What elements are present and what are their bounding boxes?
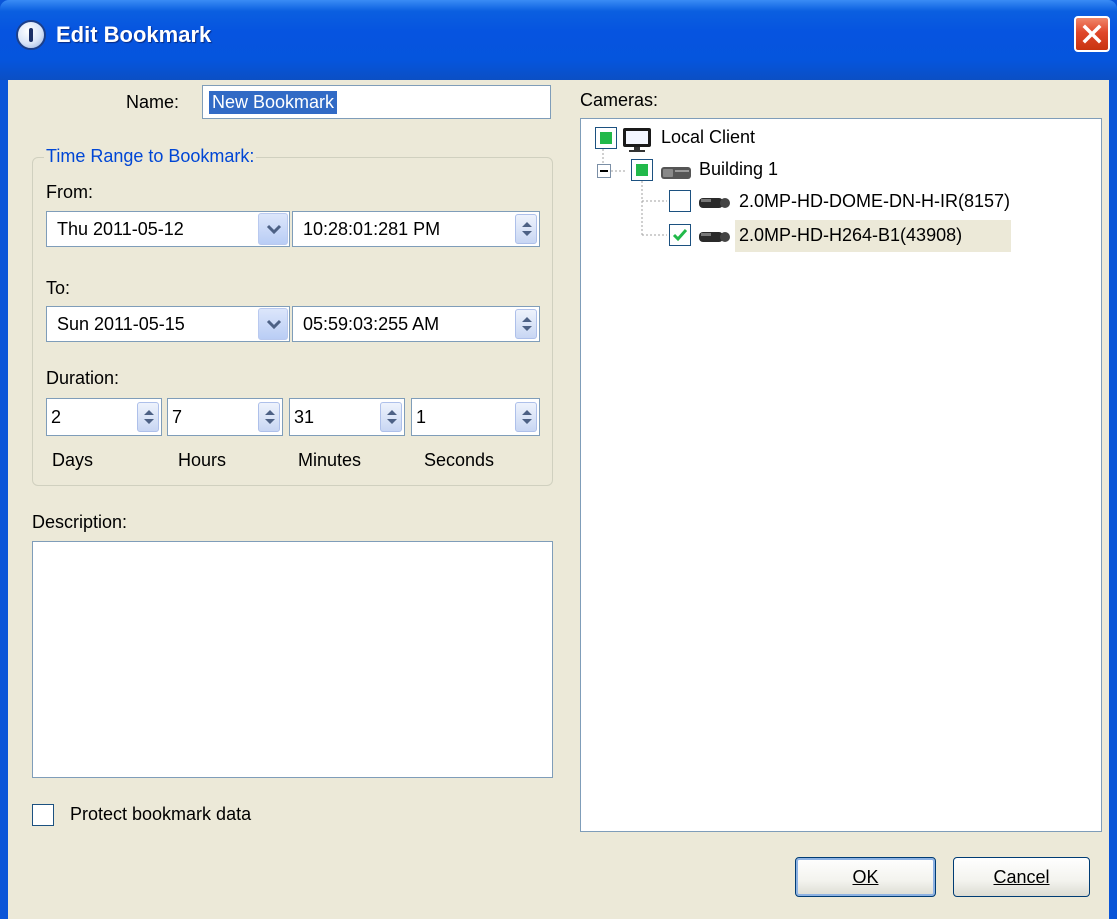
cancel-button-label: Cancel [993, 866, 1050, 887]
camera1-checkbox[interactable] [669, 190, 691, 212]
seconds-label: Seconds [424, 450, 495, 470]
days-spinner[interactable]: 2 [46, 398, 162, 436]
days-spin-buttons[interactable] [137, 402, 159, 432]
spin-arrows-icon [265, 410, 275, 424]
local-client-checkbox[interactable] [595, 127, 617, 149]
camera-icon [699, 198, 730, 208]
description-label: Description: [32, 512, 128, 532]
from-label: From: [46, 182, 93, 202]
hours-value: 7 [172, 406, 183, 427]
from-date-value: Thu 2011-05-12 [57, 218, 184, 239]
to-time-spin-buttons[interactable] [515, 309, 537, 339]
minutes-spinner[interactable]: 31 [289, 398, 405, 436]
to-date-value: Sun 2011-05-15 [57, 313, 185, 334]
window-title: Edit Bookmark [56, 22, 212, 47]
chevron-down-icon [266, 319, 282, 330]
to-time-value: 05:59:03:255 AM [303, 313, 440, 334]
dialog-body: Name: New Bookmark Time Range to Bookmar… [8, 80, 1109, 919]
spin-arrows-icon [522, 410, 532, 424]
to-label: To: [46, 278, 71, 298]
name-label: Name: [126, 92, 180, 112]
title-bar: Edit Bookmark [0, 0, 1117, 80]
spin-arrows-icon [522, 317, 532, 331]
cameras-tree[interactable]: Local Client Building 1 2.0MP-HD-DOME-DN… [580, 118, 1102, 832]
spin-arrows-icon [144, 410, 154, 424]
building-checkbox[interactable] [631, 159, 653, 181]
from-time-spinner[interactable]: 10:28:01:281 PM [292, 211, 540, 247]
duration-label: Duration: [46, 368, 120, 388]
seconds-value: 1 [416, 406, 427, 427]
from-time-value: 10:28:01:281 PM [303, 218, 441, 239]
name-input-value: New Bookmark [209, 90, 338, 114]
monitor-icon [623, 128, 651, 152]
chevron-down-icon [266, 224, 282, 235]
time-range-legend: Time Range to Bookmark: [44, 146, 257, 167]
days-value: 2 [51, 406, 62, 427]
name-input[interactable]: New Bookmark [202, 85, 551, 119]
camera-icon [699, 232, 730, 242]
spin-arrows-icon [387, 410, 397, 424]
seconds-spinner[interactable]: 1 [411, 398, 540, 436]
close-icon [1082, 24, 1102, 44]
minutes-value: 31 [294, 406, 315, 427]
info-icon [16, 20, 46, 50]
tree-item-camera-dome[interactable]: 2.0MP-HD-DOME-DN-H-IR(8157) [739, 191, 1010, 212]
days-label: Days [52, 450, 94, 470]
protect-label: Protect bookmark data [70, 804, 252, 824]
minutes-spin-buttons[interactable] [380, 402, 402, 432]
tree-item-camera-h264[interactable]: 2.0MP-HD-H264-B1(43908) [739, 225, 962, 246]
from-date-picker[interactable]: Thu 2011-05-12 [46, 211, 290, 247]
seconds-spin-buttons[interactable] [515, 402, 537, 432]
hours-spin-buttons[interactable] [258, 402, 280, 432]
ok-button[interactable]: OK [795, 857, 936, 897]
hours-label: Hours [178, 450, 227, 470]
hours-spinner[interactable]: 7 [167, 398, 283, 436]
from-time-spin-buttons[interactable] [515, 214, 537, 244]
checkmark-icon [672, 229, 688, 242]
collapse-toggle[interactable] [597, 164, 611, 178]
protect-checkbox[interactable] [32, 804, 54, 826]
server-icon [661, 167, 691, 179]
spin-arrows-icon [522, 222, 532, 236]
edit-bookmark-window: Edit Bookmark Name: New Bookmark Time Ra… [0, 0, 1117, 919]
minutes-label: Minutes [298, 450, 362, 470]
to-time-spinner[interactable]: 05:59:03:255 AM [292, 306, 540, 342]
tree-item-building[interactable]: Building 1 [699, 159, 778, 180]
description-textarea[interactable] [32, 541, 553, 778]
cancel-button[interactable]: Cancel [953, 857, 1090, 897]
to-date-dropdown-button[interactable] [258, 308, 288, 340]
camera2-checkbox[interactable] [669, 224, 691, 246]
tree-item-local-client[interactable]: Local Client [661, 127, 755, 148]
cameras-label: Cameras: [580, 90, 659, 110]
to-date-picker[interactable]: Sun 2011-05-15 [46, 306, 290, 342]
from-date-dropdown-button[interactable] [258, 213, 288, 245]
ok-button-label: OK [852, 866, 879, 887]
close-button[interactable] [1074, 16, 1110, 52]
